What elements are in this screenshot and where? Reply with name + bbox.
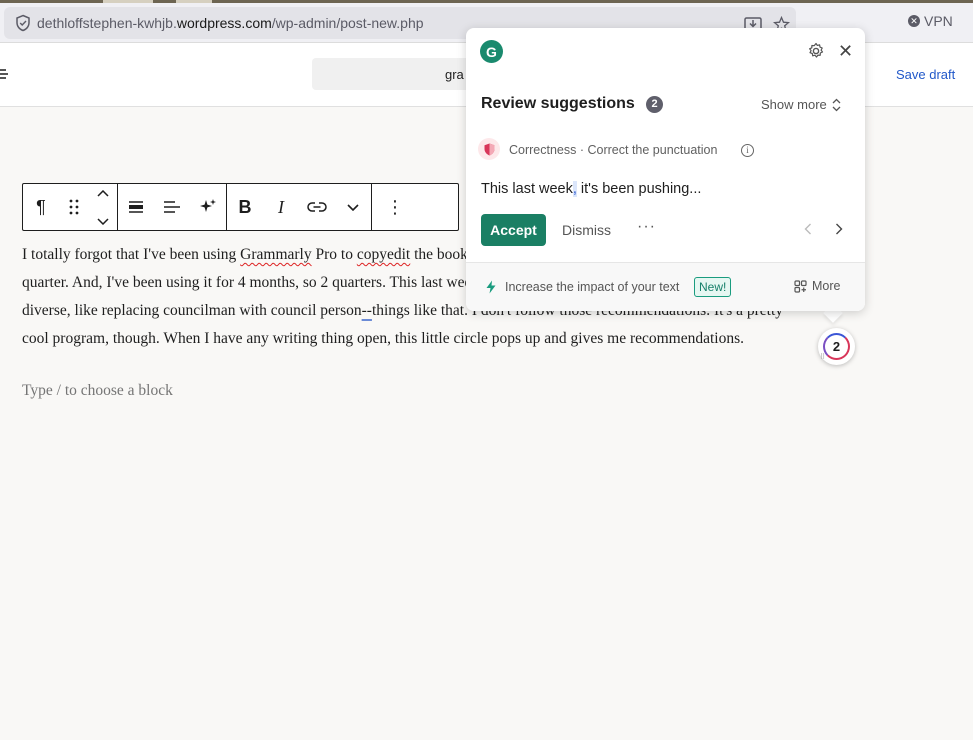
shield-icon[interactable] xyxy=(14,14,32,37)
more-actions-icon[interactable]: ··· xyxy=(637,218,656,236)
grammarly-popup: G ✕ Review suggestions 2 Show more Corre… xyxy=(466,28,865,311)
list-view-icon[interactable] xyxy=(0,67,10,86)
previous-suggestion-icon[interactable] xyxy=(804,222,812,238)
close-icon: ✕ xyxy=(908,15,920,27)
paragraph-icon[interactable]: ¶ xyxy=(23,184,59,230)
chevron-up-icon[interactable] xyxy=(97,184,109,202)
options-controls: ⋮ xyxy=(372,184,418,230)
suggestion-preview: This last week, it's been pushing... xyxy=(481,181,702,197)
drag-grip-icon[interactable]: ⠿ xyxy=(820,353,825,361)
vpn-label: VPN xyxy=(924,13,953,29)
save-draft-button[interactable]: Save draft xyxy=(896,67,955,82)
grammarly-logo-icon: G xyxy=(480,40,503,63)
more-formats-chevron-icon[interactable] xyxy=(335,184,371,230)
show-more-label: Show more xyxy=(761,97,827,112)
apps-icon xyxy=(794,279,807,293)
suggestion-count-badge: 2 xyxy=(646,96,663,113)
new-badge: New! xyxy=(694,277,732,297)
more-label: More xyxy=(812,279,841,293)
ai-sparkle-icon[interactable] xyxy=(190,184,226,230)
alignment-controls xyxy=(118,184,227,230)
align-left-icon[interactable] xyxy=(154,184,190,230)
wide-width-icon[interactable] xyxy=(118,184,154,230)
spelling-flag[interactable]: Grammarly xyxy=(240,246,311,263)
suggestion-count: 2 xyxy=(823,333,850,360)
punctuation-flag[interactable]: -- xyxy=(362,302,372,319)
popup-title: Review suggestions xyxy=(481,95,635,112)
suggestion-category: Correctness · Correct the punctuation xyxy=(509,143,718,157)
drag-handle-icon[interactable] xyxy=(59,184,89,230)
block-mover xyxy=(89,184,117,230)
bold-button[interactable]: B xyxy=(227,184,263,230)
url-text: dethloffstephen-kwhjb.wordpress.com/wp-a… xyxy=(37,15,424,31)
block-controls: ¶ xyxy=(23,184,118,230)
format-controls: B I xyxy=(227,184,372,230)
expand-icon xyxy=(832,98,841,111)
show-more-button[interactable]: Show more xyxy=(761,97,841,112)
more-button[interactable]: More xyxy=(794,279,840,293)
popup-footer: Increase the impact of your text New! Mo… xyxy=(466,262,865,311)
block-toolbar: ¶ B I ⋮ xyxy=(22,183,459,231)
close-icon[interactable]: ✕ xyxy=(838,41,853,61)
chevron-down-icon[interactable] xyxy=(97,212,109,230)
impact-promo-text[interactable]: Increase the impact of your text xyxy=(505,280,679,294)
block-placeholder[interactable]: Type / to choose a block xyxy=(22,382,173,400)
document-title: gra xyxy=(445,67,464,82)
vpn-button[interactable]: ✕ VPN xyxy=(908,13,953,29)
info-icon[interactable]: i xyxy=(741,144,754,157)
tab-strip xyxy=(0,0,973,3)
spelling-flag[interactable]: copyedit xyxy=(357,246,410,263)
italic-button[interactable]: I xyxy=(263,184,299,230)
dismiss-button[interactable]: Dismiss xyxy=(562,222,611,238)
accept-button[interactable]: Accept xyxy=(481,214,546,246)
next-suggestion-icon[interactable] xyxy=(835,222,843,238)
gear-icon[interactable] xyxy=(807,42,825,65)
lightning-icon xyxy=(485,280,497,299)
text-line: cool program, though. When I have any wr… xyxy=(22,330,745,347)
correctness-shield-icon xyxy=(478,138,500,160)
link-icon[interactable] xyxy=(299,184,335,230)
more-options-icon[interactable]: ⋮ xyxy=(372,184,418,230)
